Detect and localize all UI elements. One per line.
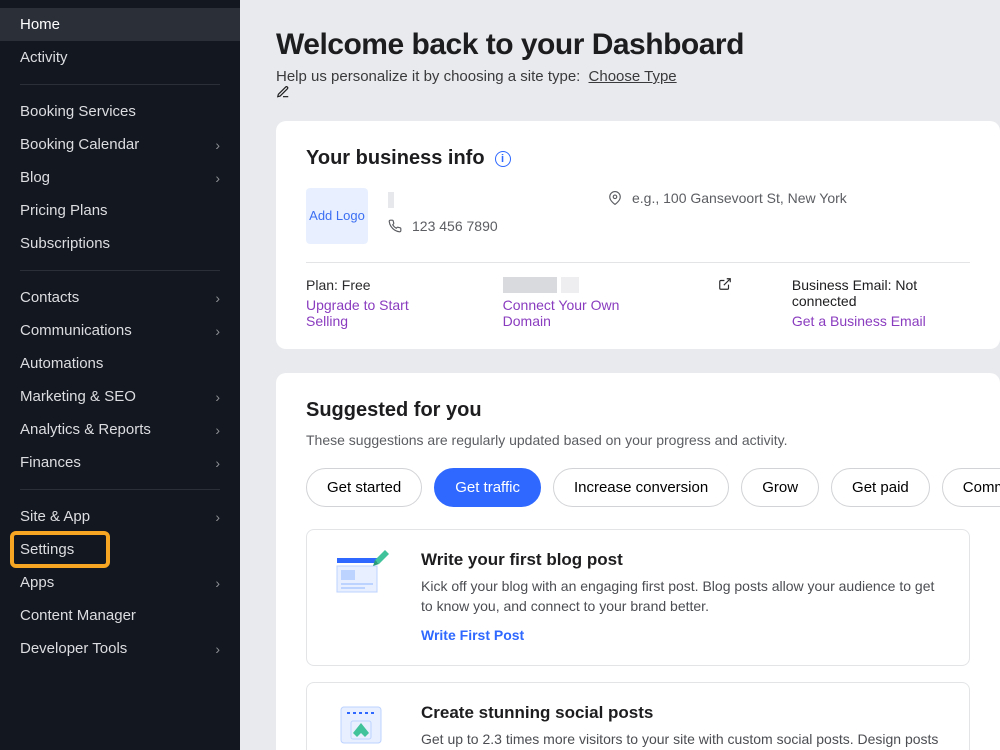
suggestion-title: Create stunning social posts	[421, 703, 945, 723]
sidebar-item-finances[interactable]: Finances ›	[0, 446, 240, 479]
sidebar-item-label: Analytics & Reports	[20, 421, 151, 438]
sidebar-item-label: Activity	[20, 49, 68, 66]
plan-row: Plan: Free Upgrade to Start Selling Conn…	[306, 277, 970, 329]
sidebar-item-booking-services[interactable]: Booking Services	[0, 95, 240, 128]
sidebar-item-booking-calendar[interactable]: Booking Calendar ›	[0, 128, 240, 161]
sidebar-item-label: Contacts	[20, 289, 79, 306]
business-details-row: Add Logo 123 456 7890 e.g., 100 G	[306, 188, 970, 263]
chevron-right-icon: ›	[215, 509, 220, 525]
chevron-right-icon: ›	[215, 290, 220, 306]
tab-increase-conversion[interactable]: Increase conversion	[553, 468, 729, 507]
plan-label: Plan: Free	[306, 277, 443, 293]
divider	[20, 270, 220, 271]
add-logo-button[interactable]: Add Logo	[306, 188, 368, 244]
info-icon[interactable]: i	[495, 151, 511, 167]
chevron-right-icon: ›	[215, 170, 220, 186]
sidebar-item-activity[interactable]: Activity	[0, 41, 240, 74]
email-label: Business Email: Not connected	[792, 277, 970, 309]
business-name-placeholder	[388, 192, 588, 208]
sidebar-item-label: Communications	[20, 322, 132, 339]
sidebar-item-label: Subscriptions	[20, 235, 110, 252]
write-first-post-link[interactable]: Write First Post	[421, 627, 524, 643]
sidebar-item-label: Booking Services	[20, 103, 136, 120]
sidebar-item-automations[interactable]: Automations	[0, 347, 240, 380]
sidebar-item-label: Blog	[20, 169, 50, 186]
sidebar-item-developer-tools[interactable]: Developer Tools ›	[0, 632, 240, 665]
sidebar-item-label: Automations	[20, 355, 103, 372]
phone-icon	[388, 219, 402, 233]
sidebar-item-label: Content Manager	[20, 607, 136, 624]
chevron-right-icon: ›	[215, 422, 220, 438]
card-heading: Your business info i	[306, 147, 970, 170]
tab-community[interactable]: Community	[942, 468, 1000, 507]
sidebar-item-contacts[interactable]: Contacts ›	[0, 281, 240, 314]
tab-get-paid[interactable]: Get paid	[831, 468, 930, 507]
suggestion-body: Get up to 2.3 times more visitors to you…	[421, 729, 945, 750]
tab-grow[interactable]: Grow	[741, 468, 819, 507]
sidebar-item-label: Marketing & SEO	[20, 388, 136, 405]
upgrade-link[interactable]: Upgrade to Start Selling	[306, 297, 443, 329]
domain-placeholder	[561, 277, 579, 293]
chevron-right-icon: ›	[215, 575, 220, 591]
sidebar-item-home[interactable]: Home	[0, 8, 240, 41]
get-email-link[interactable]: Get a Business Email	[792, 313, 970, 329]
divider	[20, 84, 220, 85]
sidebar: Home Activity Booking Services Booking C…	[0, 0, 240, 750]
sidebar-item-label: Developer Tools	[20, 640, 127, 657]
phone-value: 123 456 7890	[412, 218, 498, 234]
page-subtitle: Help us personalize it by choosing a sit…	[276, 68, 1000, 99]
suggestion-title: Write your first blog post	[421, 550, 945, 570]
sidebar-item-label: Site & App	[20, 508, 90, 525]
suggestion-tabs: Get started Get traffic Increase convers…	[306, 468, 970, 507]
edit-icon[interactable]	[276, 85, 1000, 99]
sidebar-item-content-manager[interactable]: Content Manager	[0, 599, 240, 632]
chevron-right-icon: ›	[215, 641, 220, 657]
domain-placeholder	[503, 277, 557, 293]
connect-domain-link[interactable]: Connect Your Own Domain	[503, 297, 658, 329]
sidebar-item-label: Pricing Plans	[20, 202, 108, 219]
chevron-right-icon: ›	[215, 323, 220, 339]
sidebar-item-communications[interactable]: Communications ›	[0, 314, 240, 347]
sidebar-item-marketing-seo[interactable]: Marketing & SEO ›	[0, 380, 240, 413]
tab-get-started[interactable]: Get started	[306, 468, 422, 507]
external-link-icon[interactable]	[718, 277, 732, 291]
heading-text: Your business info	[306, 147, 485, 170]
suggested-subtitle: These suggestions are regularly updated …	[306, 432, 970, 448]
suggested-card: Suggested for you These suggestions are …	[276, 373, 1000, 750]
sidebar-item-label: Home	[20, 16, 60, 33]
address-value: e.g., 100 Gansevoort St, New York	[632, 190, 847, 206]
sidebar-item-label: Apps	[20, 574, 54, 591]
location-icon	[608, 191, 622, 205]
main-content: Welcome back to your Dashboard Help us p…	[240, 0, 1000, 750]
card-heading: Suggested for you	[306, 399, 970, 422]
sidebar-item-label: Finances	[20, 454, 81, 471]
sidebar-item-settings[interactable]: Settings	[0, 533, 240, 566]
tab-get-traffic[interactable]: Get traffic	[434, 468, 541, 507]
sidebar-item-pricing-plans[interactable]: Pricing Plans	[0, 194, 240, 227]
sidebar-item-label: Booking Calendar	[20, 136, 139, 153]
suggestion-body: Kick off your blog with an engaging firs…	[421, 576, 945, 617]
chevron-right-icon: ›	[215, 137, 220, 153]
suggestion-item: Write your first blog post Kick off your…	[306, 529, 970, 666]
choose-type-link[interactable]: Choose Type	[589, 68, 677, 85]
page-title: Welcome back to your Dashboard	[276, 28, 1000, 62]
divider	[20, 489, 220, 490]
sidebar-item-site-app[interactable]: Site & App ›	[0, 500, 240, 533]
blog-post-icon	[331, 550, 391, 598]
sidebar-item-label: Settings	[20, 541, 74, 558]
suggestion-item: Create stunning social posts Get up to 2…	[306, 682, 970, 750]
sidebar-item-analytics-reports[interactable]: Analytics & Reports ›	[0, 413, 240, 446]
sidebar-item-subscriptions[interactable]: Subscriptions	[0, 227, 240, 260]
chevron-right-icon: ›	[215, 455, 220, 471]
subtitle-text: Help us personalize it by choosing a sit…	[276, 68, 580, 85]
sidebar-item-blog[interactable]: Blog ›	[0, 161, 240, 194]
social-post-icon	[331, 703, 391, 750]
sidebar-item-apps[interactable]: Apps ›	[0, 566, 240, 599]
business-info-card: Your business info i Add Logo 123 456 78…	[276, 121, 1000, 349]
chevron-right-icon: ›	[215, 389, 220, 405]
